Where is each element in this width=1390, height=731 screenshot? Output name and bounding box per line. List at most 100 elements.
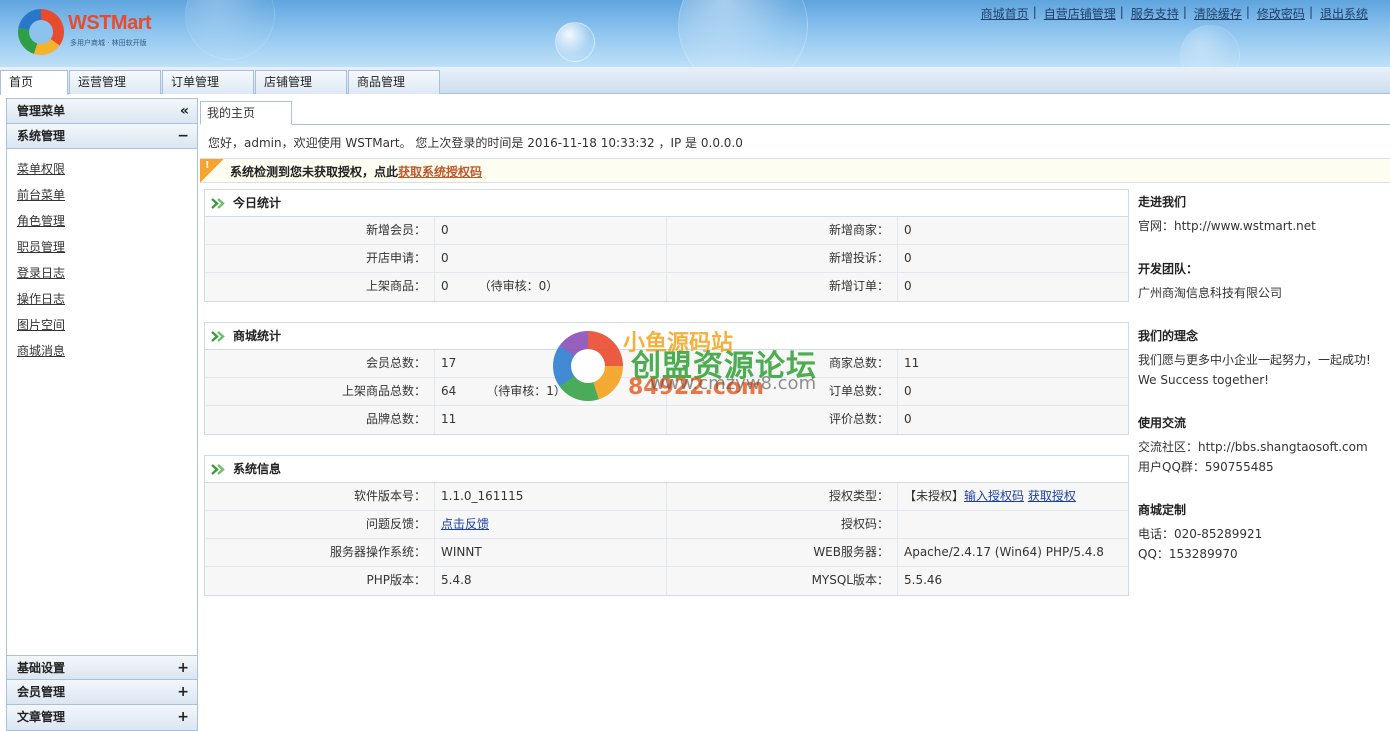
stat-value: 17: [435, 350, 667, 377]
logo-title: WSTMart: [68, 12, 152, 34]
info-idea: 我们的理念 我们愿与更多中小企业一起努力，一起成功! We Success to…: [1138, 326, 1388, 390]
panel-title: 系统信息: [205, 456, 1128, 483]
panel-title: 商城统计: [205, 323, 1128, 350]
stat-value: 0: [435, 245, 667, 272]
section-label: 系统管理: [17, 129, 66, 143]
section-label: 会员管理: [17, 685, 66, 699]
feedback-cell: 点击反馈: [435, 511, 667, 538]
info-line: 电话：020-85289921: [1138, 527, 1263, 541]
table-row: 品牌总数： 11 评价总数： 0: [205, 406, 1128, 434]
info-label: 软件版本号：: [205, 483, 435, 510]
tab-my-home[interactable]: 我的主页: [200, 101, 292, 125]
welcome-message: 您好，admin，欢迎使用 WSTMart。 您上次登录的时间是 2016-11…: [208, 136, 743, 150]
info-line: 官网：http://www.wstmart.net: [1138, 219, 1316, 233]
info-about: 走进我们 官网：http://www.wstmart.net: [1138, 192, 1388, 236]
sidebar-item-mall-messages[interactable]: 商城消息: [17, 341, 197, 367]
info-label: 授权类型：: [667, 483, 898, 510]
info-heading: 商城定制: [1138, 503, 1187, 517]
info-heading: 使用交流: [1138, 416, 1187, 430]
info-line: 广州商淘信息科技有限公司: [1138, 286, 1283, 300]
table-row: 问题反馈： 点击反馈 授权码：: [205, 511, 1128, 539]
sidebar-bottom-sections: 基础设置 + 会员管理 + 文章管理 +: [7, 655, 197, 730]
link-mall-home[interactable]: 商城首页: [981, 5, 1029, 22]
stat-label: 新增订单：: [667, 273, 898, 301]
panel-title: 今日统计: [205, 190, 1128, 217]
table-row: PHP版本： 5.4.8 MYSQL版本： 5.5.46: [205, 567, 1128, 595]
info-heading: 我们的理念: [1138, 329, 1199, 343]
today-stats-panel: 今日统计 新增会员： 0 新增商家： 0 开店申请： 0 新增投诉： 0 上架商…: [204, 189, 1129, 302]
link-change-password[interactable]: 修改密码: [1257, 5, 1305, 22]
link-separator: |: [1119, 5, 1124, 19]
link-separator: |: [1245, 5, 1250, 19]
stat-label: 新增会员：: [205, 217, 435, 244]
sidebar-item-operation-log[interactable]: 操作日志: [17, 289, 197, 315]
sidebar-item-roles[interactable]: 角色管理: [17, 211, 197, 237]
logo-subtitle: 多用户商城 · 林田软开版: [70, 39, 147, 47]
stat-label: 品牌总数：: [205, 406, 435, 434]
stat-value: 0: [904, 279, 912, 293]
sidebar-item-front-menu[interactable]: 前台菜单: [17, 185, 197, 211]
stat-value: 11: [435, 406, 667, 434]
link-clear-cache[interactable]: 清除缓存: [1194, 5, 1242, 22]
info-value: 5.4.8: [435, 567, 667, 595]
stat-label: 会员总数：: [205, 350, 435, 377]
info-value: [898, 511, 1128, 538]
stat-label: 开店申请：: [205, 245, 435, 272]
stat-label: 上架商品：: [205, 273, 435, 301]
tab-operations[interactable]: 运营管理: [69, 70, 161, 94]
logo[interactable]: WSTMart 多用户商城 · 林田软开版: [18, 9, 168, 57]
enter-license-link[interactable]: 输入授权码: [964, 489, 1024, 503]
table-row: 新增会员： 0 新增商家： 0: [205, 217, 1128, 245]
plus-icon[interactable]: +: [177, 656, 189, 680]
info-value: Apache/2.4.17 (Win64) PHP/5.4.8: [904, 545, 1104, 559]
table-row: 软件版本号： 1.1.0_161115 授权类型： 【未授权】输入授权码 获取授…: [205, 483, 1128, 511]
info-line: 用户QQ群：590755485: [1138, 460, 1274, 474]
pending-count: （待审核：0）: [478, 279, 559, 293]
sidebar-items: 菜单权限 前台菜单 角色管理 职员管理 登录日志 操作日志 图片空间 商城消息: [7, 149, 197, 367]
sidebar-section-system[interactable]: 系统管理 −: [7, 124, 197, 149]
stat-value: 64: [441, 384, 457, 398]
info-label: 服务器操作系统：: [205, 539, 435, 566]
tab-orders[interactable]: 订单管理: [162, 70, 254, 94]
tab-shops[interactable]: 店铺管理: [255, 70, 347, 94]
link-separator: |: [1308, 5, 1313, 19]
stat-label: 上架商品总数：: [205, 378, 435, 405]
sidebar-item-image-space[interactable]: 图片空间: [17, 315, 197, 341]
tab-home[interactable]: 首页: [0, 70, 68, 95]
collapse-icon[interactable]: «: [180, 99, 189, 123]
sidebar-section-articles[interactable]: 文章管理 +: [7, 705, 197, 730]
get-license-link[interactable]: 获取系统授权码: [398, 165, 482, 179]
sidebar-item-login-log[interactable]: 登录日志: [17, 263, 197, 289]
stat-value-group: 64 （待审核：1）: [435, 378, 667, 405]
info-team: 开发团队： 广州商淘信息科技有限公司: [1138, 259, 1388, 303]
plus-icon[interactable]: +: [177, 680, 189, 704]
stat-value: 0: [904, 384, 912, 398]
content-tab-bar: 我的主页: [200, 98, 1390, 125]
double-chevron-icon: [211, 331, 225, 342]
plus-icon[interactable]: +: [177, 705, 189, 729]
link-self-shop[interactable]: 自营店铺管理: [1044, 5, 1116, 22]
minus-icon[interactable]: −: [177, 124, 189, 148]
stat-label: 新增商家：: [667, 217, 898, 244]
notice-text: 系统检测到您未获取授权，点此获取系统授权码: [230, 163, 482, 180]
table-row: 上架商品总数： 64 （待审核：1） 订单总数： 0: [205, 378, 1128, 406]
stat-value: 0: [904, 223, 912, 237]
sidebar-section-basic[interactable]: 基础设置 +: [7, 655, 197, 680]
link-support[interactable]: 服务支持: [1131, 5, 1179, 22]
bubble-decoration: [185, 0, 275, 60]
sidebar-item-menu-permission[interactable]: 菜单权限: [17, 159, 197, 185]
panel-title-text: 系统信息: [233, 462, 282, 476]
mall-stats-panel: 商城统计 会员总数： 17 商家总数： 11 上架商品总数： 64 （待审核：1）…: [204, 322, 1129, 435]
main-content: 我的主页 您好，admin，欢迎使用 WSTMart。 您上次登录的时间是 20…: [198, 98, 1390, 731]
feedback-link[interactable]: 点击反馈: [441, 517, 489, 531]
link-logout[interactable]: 退出系统: [1320, 5, 1368, 22]
info-value: 5.5.46: [904, 573, 943, 587]
license-type: 【未授权】输入授权码 获取授权: [898, 483, 1128, 510]
info-value: 1.1.0_161115: [435, 483, 667, 510]
info-label: WEB服务器：: [667, 539, 898, 566]
sidebar-section-members[interactable]: 会员管理 +: [7, 680, 197, 705]
sidebar-item-staff[interactable]: 职员管理: [17, 237, 197, 263]
tab-goods[interactable]: 商品管理: [348, 70, 440, 94]
info-label: 授权码：: [667, 511, 898, 538]
get-license-button[interactable]: 获取授权: [1028, 489, 1076, 503]
